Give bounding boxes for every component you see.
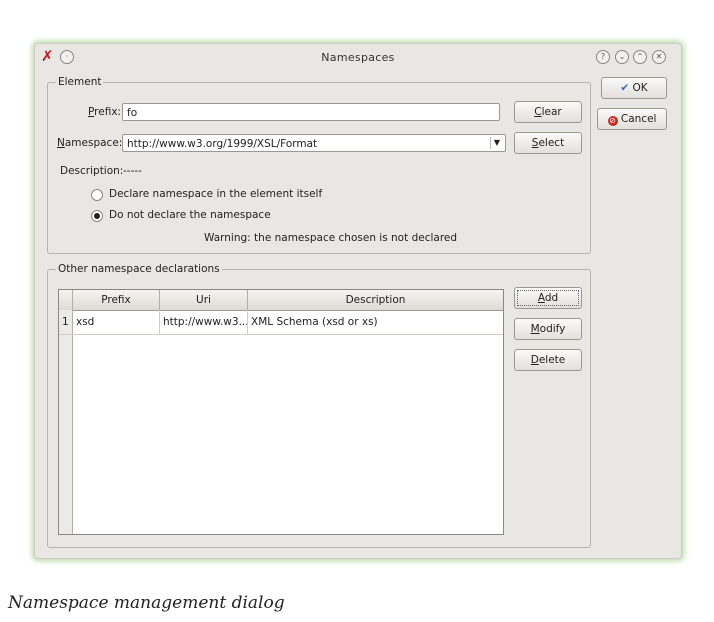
cell-uri[interactable]: http://www.w3... — [160, 310, 248, 334]
cancel-button[interactable]: ⊘ Cancel — [597, 108, 667, 130]
add-button[interactable]: Add — [514, 287, 582, 309]
other-declarations-legend: Other namespace declarations — [58, 263, 220, 275]
do-not-declare-label[interactable]: Do not declare the namespace — [109, 209, 271, 221]
declarations-table[interactable]: Prefix Uri Description 1 xsd http://www.… — [58, 289, 504, 535]
window-title: Namespaces — [321, 51, 395, 64]
dropdown-arrow-icon[interactable]: ▼ — [490, 137, 503, 149]
delete-button[interactable]: Delete — [514, 349, 582, 371]
declare-in-element-radio[interactable] — [91, 189, 103, 201]
checkmark-icon: ✔ — [620, 82, 630, 94]
column-header-description[interactable]: Description — [248, 290, 503, 310]
namespace-combobox[interactable]: http://www.w3.org/1999/XSL/Format ▼ — [122, 134, 506, 152]
select-button[interactable]: Select — [514, 132, 582, 154]
cancel-icon: ⊘ — [607, 116, 618, 126]
table-row[interactable]: 1 xsd http://www.w3... XML Schema (xsd o… — [59, 310, 503, 335]
namespace-value: http://www.w3.org/1999/XSL/Format — [127, 138, 318, 150]
table-header: Prefix Uri Description — [59, 290, 503, 311]
close-icon[interactable]: ✕ — [652, 50, 666, 64]
namespace-label: Namespace: — [57, 137, 123, 149]
prefix-label-text: refix: — [94, 106, 122, 118]
column-header-prefix[interactable]: Prefix — [73, 290, 160, 310]
title-bar[interactable]: ✗ · Namespaces ? ⌄ ⌃ ✕ — [35, 44, 681, 72]
cell-description[interactable]: XML Schema (xsd or xs) — [248, 310, 503, 334]
warning-text: Warning: the namespace chosen is not dec… — [204, 232, 458, 244]
ok-button[interactable]: ✔ OK — [601, 77, 667, 99]
modify-button[interactable]: Modify — [514, 318, 582, 340]
do-not-declare-radio[interactable] — [91, 210, 103, 222]
row-number: 1 — [59, 310, 73, 334]
column-header-uri[interactable]: Uri — [160, 290, 248, 310]
description-label: Description: — [60, 165, 124, 177]
description-value: ----- — [123, 165, 142, 177]
cell-prefix[interactable]: xsd — [73, 310, 160, 334]
row-header-column — [59, 310, 73, 534]
maximize-icon[interactable]: ⌃ — [633, 50, 647, 64]
minimize-icon[interactable]: ⌄ — [615, 50, 629, 64]
element-legend: Element — [58, 76, 102, 88]
ok-label: OK — [632, 82, 648, 94]
prefix-input[interactable]: fo — [122, 103, 500, 121]
declare-in-element-label[interactable]: Declare namespace in the element itself — [109, 188, 322, 200]
figure-caption: Namespace management dialog — [8, 593, 285, 613]
clear-button[interactable]: Clear — [514, 101, 582, 123]
cancel-label: Cancel — [620, 113, 657, 125]
corner-header — [59, 290, 73, 310]
prefix-label: Prefix: — [88, 106, 122, 118]
help-icon[interactable]: ? — [596, 50, 610, 64]
